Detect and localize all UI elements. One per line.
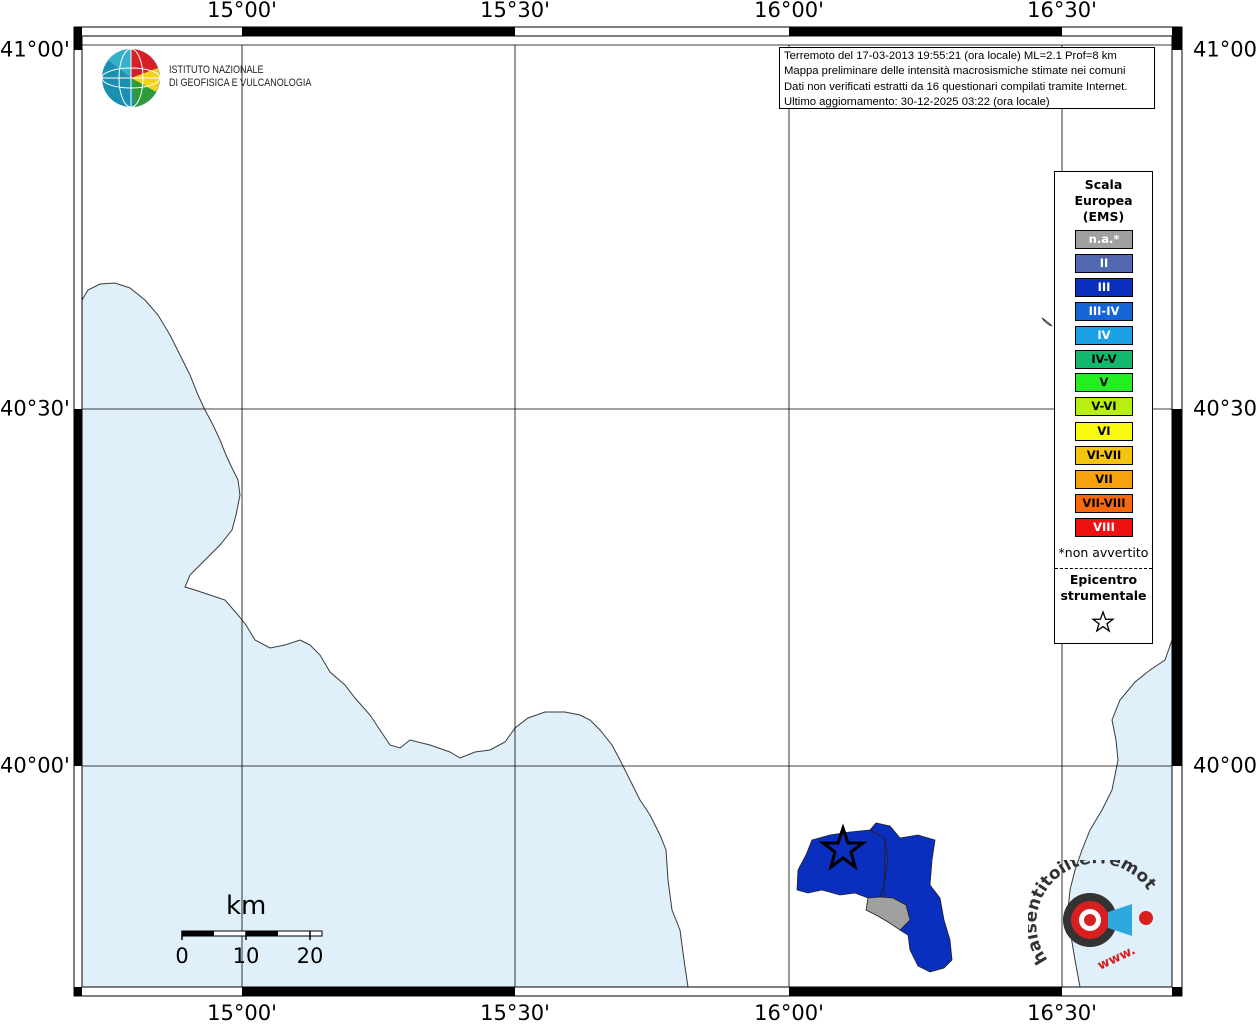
lon-label-top-15-00: 15°00': [207, 0, 277, 22]
legend-epicenter-line1: Epicentro: [1069, 572, 1138, 587]
event-info-line2: Mappa preliminare delle intensità macros…: [784, 65, 1126, 78]
lat-label-left-41-00: 41°00': [0, 37, 70, 62]
legend-swatch-na: n.a.*: [1075, 230, 1133, 249]
legend-not-felt-note: *non avvertito: [1058, 545, 1149, 560]
haisentito-logo-www: www.: [1095, 943, 1138, 974]
ingv-name-line1: ISTITUTO NAZIONALE: [169, 64, 264, 76]
event-info-line1: Terremoto del 17-03-2013 19:55:21 (ora l…: [784, 50, 1117, 62]
legend-swatch-VII-VIII: VII-VIII: [1075, 494, 1133, 513]
lon-label-top-16-30: 16°30': [1027, 0, 1097, 22]
lon-label-bottom-16-30: 16°30': [1027, 1001, 1097, 1025]
event-info-line3: Dati non verificati estratti da 16 quest…: [784, 80, 1128, 93]
ingv-name: ISTITUTO NAZIONALE DI GEOFISICA E VULCAN…: [169, 64, 311, 90]
lon-label-bottom-15-30: 15°30': [480, 1001, 550, 1025]
event-info-box: Terremoto del 17-03-2013 19:55:21 (ora l…: [779, 47, 1155, 109]
scale-tick-20: 20: [296, 944, 324, 968]
lon-label-top-16-00: 16°00': [754, 0, 824, 22]
legend-swatch-VI-VII: VI-VII: [1075, 446, 1133, 465]
legend-divider: [1055, 568, 1152, 569]
intensity-legend: Scala Europea (EMS) n.a.* II III III-IV …: [1054, 171, 1153, 644]
ingv-name-line2: DI GEOFISICA E VULCANOLOGIA: [169, 77, 312, 89]
legend-swatch-IV-V: IV-V: [1075, 350, 1133, 369]
lat-label-left-40-30: 40°30': [0, 396, 70, 421]
legend-swatch-IV: IV: [1075, 326, 1133, 345]
lat-label-left-40-00: 40°00': [0, 753, 70, 778]
lon-label-bottom-16-00: 16°00': [754, 1001, 824, 1025]
legend-swatch-V: V: [1075, 373, 1133, 392]
haisentito-logo: haisentitoilterremoto.it www.: [1028, 860, 1160, 974]
lon-label-top-15-30: 15°30': [480, 0, 550, 22]
scale-tick-10: 10: [232, 944, 260, 968]
legend-swatch-II: II: [1075, 254, 1133, 273]
event-info-line4: Ultimo aggiornamento: 30-12-2025 03:22 (…: [784, 95, 1050, 108]
lat-label-right-41-00: 41°00': [1193, 37, 1256, 62]
legend-title-line1: Scala: [1084, 177, 1123, 192]
lat-label-right-40-00: 40°00': [1193, 753, 1256, 778]
legend-title-line3: (EMS): [1082, 209, 1125, 224]
lat-label-right-40-30: 40°30': [1193, 396, 1256, 421]
legend-epicenter-label: Epicentro strumentale: [1055, 572, 1152, 604]
lon-label-bottom-15-00: 15°00': [207, 1001, 277, 1025]
star-icon: [1091, 610, 1115, 633]
legend-swatch-VIII: VIII: [1075, 518, 1133, 537]
legend-swatch-III-IV: III-IV: [1075, 302, 1133, 321]
legend-swatch-III: III: [1075, 278, 1133, 297]
legend-title: Scala Europea (EMS): [1055, 177, 1152, 225]
legend-swatch-V-VI: V-VI: [1075, 397, 1133, 416]
legend-title-line2: Europea: [1074, 193, 1133, 208]
legend-epicenter-line2: strumentale: [1060, 588, 1147, 603]
legend-swatch-VI: VI: [1075, 422, 1133, 441]
scale-tick-0: 0: [175, 944, 189, 968]
legend-swatch-VII: VII: [1075, 470, 1133, 489]
